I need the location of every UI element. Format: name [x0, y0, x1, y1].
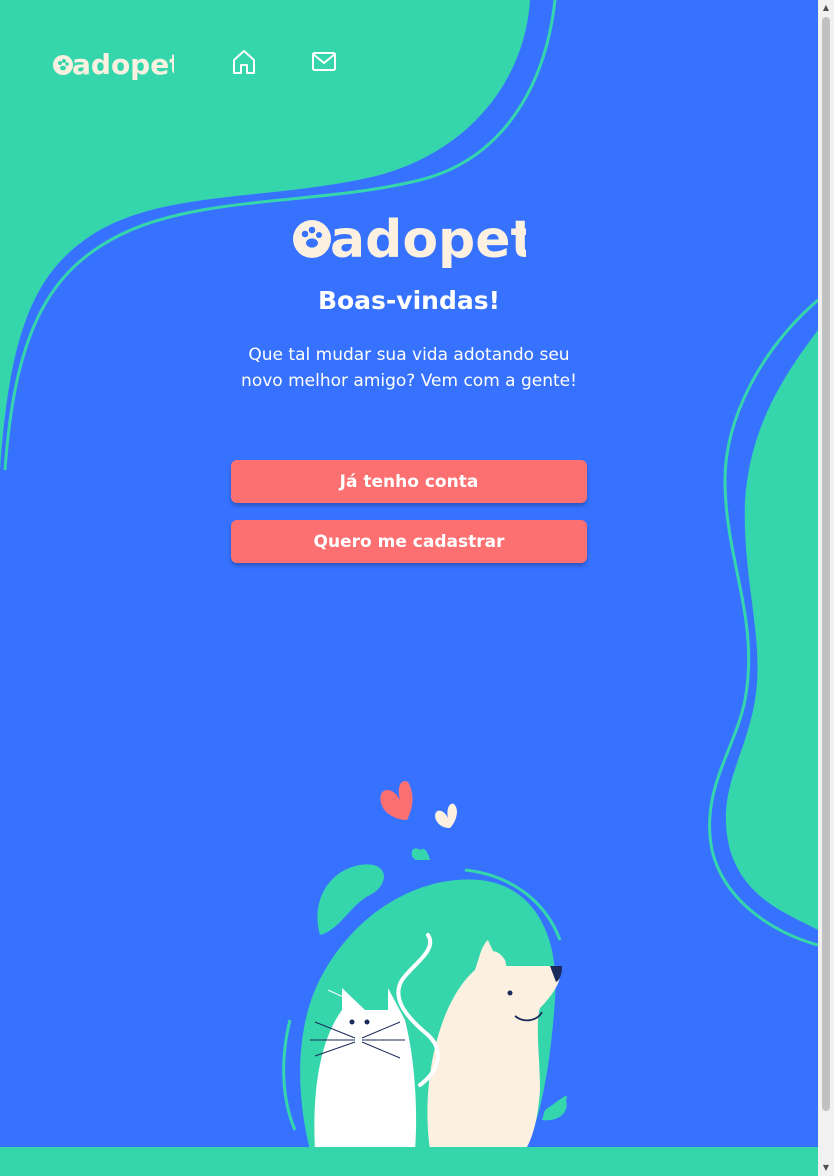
- scroll-thumb[interactable]: [822, 17, 830, 1111]
- cat-and-dog-illustration: [282, 780, 567, 1150]
- signup-button[interactable]: Quero me cadastrar: [231, 520, 587, 563]
- footer: [0, 1147, 818, 1176]
- hero-logo-text: adopet: [330, 210, 526, 268]
- header-logo-text: adopet: [72, 48, 174, 80]
- page: adopet adopet Boas-vindas! Que tal mudar…: [0, 0, 834, 1176]
- login-button[interactable]: Já tenho conta: [231, 460, 587, 503]
- welcome-subtitle: Que tal mudar sua vida adotando seu novo…: [241, 345, 577, 391]
- scrollbar[interactable]: ▲ ▼: [818, 0, 834, 1176]
- home-icon[interactable]: [230, 48, 258, 76]
- mail-icon[interactable]: [310, 48, 338, 76]
- header: adopet: [0, 0, 818, 124]
- page-title: Boas-vindas!: [317, 286, 501, 315]
- hero-logo: adopet: [293, 210, 526, 268]
- scroll-up-icon[interactable]: ▲: [822, 4, 830, 12]
- header-logo[interactable]: adopet: [52, 46, 174, 80]
- scroll-down-icon[interactable]: ▼: [822, 1164, 830, 1172]
